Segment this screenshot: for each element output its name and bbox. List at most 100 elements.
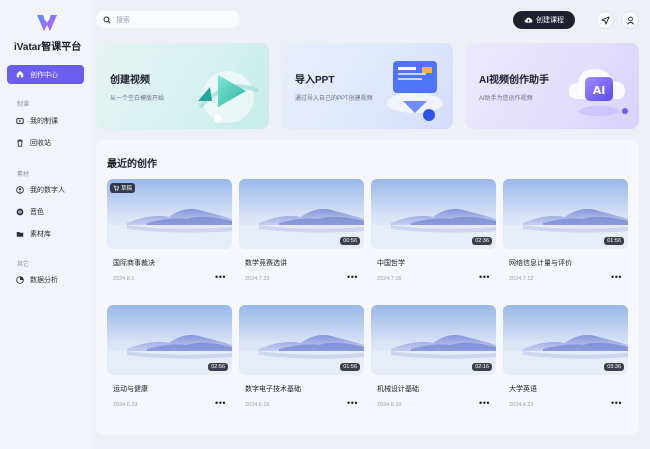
user-icon xyxy=(626,16,635,25)
more-options-button[interactable]: ••• xyxy=(347,272,358,282)
video-date: 2024.4.23 xyxy=(509,402,534,408)
video-title: 国际商事裁决 xyxy=(113,260,155,267)
video-title: 运动与健康 xyxy=(113,386,148,393)
voice-icon xyxy=(16,208,24,216)
video-thumbnail[interactable]: 01:56 xyxy=(503,179,628,249)
nav-item-my-avatars[interactable]: 我的数字人 xyxy=(16,183,65,197)
video-card[interactable]: 03:36 大学英语 2024.4.23 ••• xyxy=(503,305,628,421)
more-options-button[interactable]: ••• xyxy=(215,272,226,282)
search-input[interactable]: 搜索 xyxy=(96,11,240,28)
nav-item-label: 我的数字人 xyxy=(30,187,65,194)
sidebar: iVatar智课平台 创作中心 制课 我的制课 回收站 素材 我的数字人 音色 xyxy=(0,0,92,449)
feature-card-ai-assistant[interactable]: AI视频创作助手 AI助手为您创作视频 AI xyxy=(465,43,639,129)
video-date: 2024.6.16 xyxy=(245,402,270,408)
more-options-button[interactable]: ••• xyxy=(479,272,490,282)
nav-item-label: 音色 xyxy=(30,209,44,216)
more-icon: ••• xyxy=(479,398,490,408)
feature-subtitle: 从一个空白模版开始 xyxy=(110,96,165,102)
more-options-button[interactable]: ••• xyxy=(611,398,622,408)
duration-badge: 00:56 xyxy=(340,237,360,245)
chart-icon xyxy=(16,276,24,284)
cloud-upload-icon xyxy=(524,16,533,24)
folder-icon xyxy=(16,230,24,238)
search-icon xyxy=(103,16,111,24)
section-label-other: 其它 xyxy=(17,262,30,268)
video-title: 机械设计基础 xyxy=(377,386,419,393)
nav-item-label: 数据分析 xyxy=(30,277,58,284)
video-card[interactable]: 02:56 运动与健康 2024.6.23 ••• xyxy=(107,305,232,421)
video-date: 2024.6.23 xyxy=(113,402,138,408)
logo-icon xyxy=(37,15,57,31)
home-icon xyxy=(16,70,24,80)
feature-title: 创建视频 xyxy=(110,75,150,86)
avatar-icon xyxy=(16,186,24,194)
create-course-label: 创建课程 xyxy=(536,17,564,24)
video-thumbnail[interactable]: 01:56 xyxy=(239,305,364,375)
video-date: 2024.8.1 xyxy=(113,276,135,282)
video-card[interactable]: 草稿 国际商事裁决 2024.8.1 ••• xyxy=(107,179,232,295)
video-date: 2024.7.23 xyxy=(245,276,270,282)
nav-item-my-courses[interactable]: 我的制课 xyxy=(16,114,58,128)
video-card[interactable]: 01:56 数字电子技术基础 2024.6.16 ••• xyxy=(239,305,364,421)
more-icon: ••• xyxy=(215,272,226,282)
video-title: 大学英语 xyxy=(509,386,537,393)
create-course-button[interactable]: 创建课程 xyxy=(513,11,575,29)
feature-card-import-ppt[interactable]: 导入PPT 通过导入自己的PPT创建视频 xyxy=(281,43,453,129)
more-icon: ••• xyxy=(347,272,358,282)
nav-item-material-library[interactable]: 素材库 xyxy=(16,227,51,241)
section-title: 最近的创作 xyxy=(107,159,157,170)
svg-text:AI: AI xyxy=(593,84,606,97)
more-options-button[interactable]: ••• xyxy=(479,398,490,408)
ppt-board-illustration-icon xyxy=(387,61,443,121)
duration-badge: 01:56 xyxy=(604,237,624,245)
feature-title: AI视频创作助手 xyxy=(479,75,549,86)
logo-text: iVatar智课平台 xyxy=(14,42,82,53)
nav-item-label: 回收站 xyxy=(30,140,51,147)
video-card[interactable]: 00:56 数学竞赛选讲 2024.7.23 ••• xyxy=(239,179,364,295)
cart-icon xyxy=(113,185,119,191)
video-title: 网络信息计量与评价 xyxy=(509,260,572,267)
video-thumbnail[interactable]: 02:16 xyxy=(371,305,496,375)
video-card[interactable]: 01:56 网络信息计量与评价 2024.7.12 ••• xyxy=(503,179,628,295)
trash-icon xyxy=(16,139,24,147)
video-card[interactable]: 02:36 中国哲学 2024.7.16 ••• xyxy=(371,179,496,295)
more-icon: ••• xyxy=(479,272,490,282)
feature-subtitle: AI助手为您创作视频 xyxy=(479,96,533,102)
nav-item-label: 创作中心 xyxy=(30,71,58,79)
more-icon: ••• xyxy=(611,272,622,282)
video-date: 2024.7.12 xyxy=(509,276,534,282)
video-thumbnail[interactable]: 03:36 xyxy=(503,305,628,375)
logo[interactable]: iVatar智课平台 xyxy=(14,12,81,53)
user-profile-button[interactable] xyxy=(621,11,639,29)
nav-item-trash[interactable]: 回收站 xyxy=(16,136,51,150)
send-button[interactable] xyxy=(596,11,614,29)
duration-badge: 02:56 xyxy=(208,363,228,371)
duration-badge: 03:36 xyxy=(604,363,624,371)
more-icon: ••• xyxy=(611,398,622,408)
video-title: 中国哲学 xyxy=(377,260,405,267)
video-icon xyxy=(16,117,24,125)
more-options-button[interactable]: ••• xyxy=(215,398,226,408)
more-options-button[interactable]: ••• xyxy=(347,398,358,408)
nav-item-voices[interactable]: 音色 xyxy=(16,205,44,219)
feature-card-create-video[interactable]: 创建视频 从一个空白模版开始 xyxy=(96,43,269,129)
nav-item-data-analysis[interactable]: 数据分析 xyxy=(16,273,58,287)
video-title: 数字电子技术基础 xyxy=(245,386,301,393)
video-thumbnail[interactable]: 草稿 xyxy=(107,179,232,249)
video-thumbnail[interactable]: 02:36 xyxy=(371,179,496,249)
video-thumbnail[interactable]: 02:56 xyxy=(107,305,232,375)
draft-badge: 草稿 xyxy=(110,183,136,193)
video-date: 2024.6.10 xyxy=(377,402,402,408)
nav-item-creation-center[interactable]: 创作中心 xyxy=(7,65,84,84)
video-title: 数学竞赛选讲 xyxy=(245,260,287,267)
nav-item-label: 我的制课 xyxy=(30,118,58,125)
video-card[interactable]: 02:16 机械设计基础 2024.6.10 ••• xyxy=(371,305,496,421)
more-icon: ••• xyxy=(347,398,358,408)
more-options-button[interactable]: ••• xyxy=(611,272,622,282)
send-icon xyxy=(600,15,610,25)
feature-title: 导入PPT xyxy=(295,75,335,86)
video-thumbnail[interactable]: 00:56 xyxy=(239,179,364,249)
duration-badge: 01:56 xyxy=(340,363,360,371)
section-label-material: 素材 xyxy=(17,172,30,178)
search-placeholder: 搜索 xyxy=(116,16,130,24)
